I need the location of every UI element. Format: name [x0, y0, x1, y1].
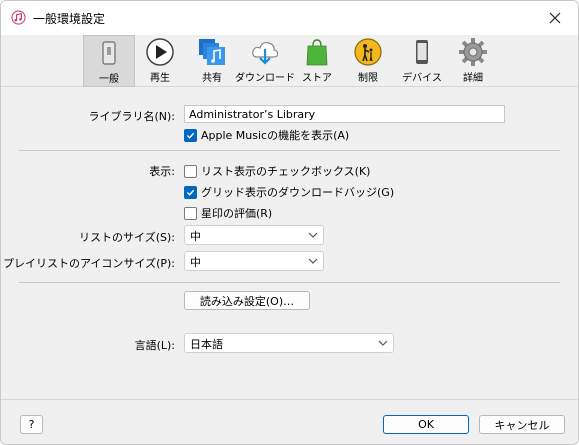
display-label: 表示:: [149, 165, 175, 178]
preferences-toolbar: 一般 再生 共有 ダウンロード ストア 制限 デバイス 詳細: [1, 35, 578, 87]
chevron-down-icon: [378, 340, 388, 346]
itunes-app-icon: [11, 10, 26, 25]
dialog-button-bar: ? OK キャンセル: [1, 399, 578, 444]
ok-button[interactable]: OK: [383, 415, 469, 434]
checkmark-icon: [186, 132, 195, 139]
tab-sharing[interactable]: 共有: [191, 35, 233, 87]
checkbox-box[interactable]: [184, 185, 197, 199]
close-icon: [549, 12, 561, 24]
parental-restriction-icon: [354, 38, 382, 66]
divider: [19, 282, 560, 283]
list-size-value: 中: [190, 230, 201, 243]
store-bag-icon: [306, 39, 328, 66]
general-settings-pane: ライブラリ名(N): Apple Musicの機能を表示(A) 表示: リスト表…: [1, 88, 578, 398]
apple-music-checkbox-label: Apple Musicの機能を表示(A): [201, 129, 350, 142]
tab-store[interactable]: ストア: [299, 35, 335, 87]
window-title: 一般環境設定: [33, 12, 106, 26]
playlist-icon-size-value: 中: [190, 256, 201, 269]
close-button[interactable]: [532, 1, 578, 35]
tab-advanced[interactable]: 詳細: [455, 35, 491, 87]
chevron-down-icon: [308, 258, 318, 264]
star-rating-checkbox[interactable]: 星印の評価(R): [184, 205, 272, 221]
grid-download-badge-label: グリッド表示のダウンロードバッジ(G): [201, 186, 395, 199]
checkbox-box[interactable]: [184, 164, 197, 178]
language-label: 言語(L):: [134, 339, 175, 352]
library-name-label: ライブラリ名(N):: [88, 110, 175, 123]
tab-restrictions[interactable]: 制限: [349, 35, 387, 87]
import-settings-button[interactable]: 読み込み設定(O)…: [184, 291, 310, 310]
checkmark-icon: [186, 189, 195, 196]
preferences-window: 一般環境設定 一般 再生 共有 ダウンロード ストア 制限 デバイス 詳細 ライ…: [0, 0, 579, 445]
checkbox-box[interactable]: [184, 128, 197, 142]
language-value: 日本語: [190, 338, 223, 351]
apple-music-checkbox[interactable]: Apple Musicの機能を表示(A): [184, 127, 349, 143]
grid-download-badge-checkbox[interactable]: グリッド表示のダウンロードバッジ(G): [184, 184, 394, 200]
device-icon: [416, 40, 428, 64]
language-select[interactable]: 日本語: [184, 333, 394, 353]
gear-icon: [459, 38, 487, 66]
tab-devices[interactable]: デバイス: [401, 35, 443, 87]
star-rating-label: 星印の評価(R): [201, 207, 273, 220]
tab-download[interactable]: ダウンロード: [235, 35, 295, 87]
cancel-button[interactable]: キャンセル: [479, 415, 565, 434]
list-size-label: リストのサイズ(S):: [79, 231, 175, 244]
checkbox-box[interactable]: [184, 206, 197, 220]
list-checkbox-option[interactable]: リスト表示のチェックボックス(K): [184, 163, 370, 179]
tab-playback[interactable]: 再生: [139, 35, 181, 87]
divider: [19, 150, 560, 151]
list-size-select[interactable]: 中: [184, 225, 324, 245]
cloud-download-icon: [252, 41, 279, 65]
play-icon: [146, 38, 174, 66]
phone-icon: [102, 41, 116, 65]
help-button[interactable]: ?: [20, 415, 43, 434]
shared-music-icon: [199, 39, 225, 65]
list-checkbox-option-label: リスト表示のチェックボックス(K): [201, 165, 371, 178]
playlist-icon-size-label: プレイリストのアイコンサイズ(P):: [2, 257, 175, 270]
playlist-icon-size-select[interactable]: 中: [184, 251, 324, 271]
title-bar: 一般環境設定: [1, 1, 578, 35]
tab-general[interactable]: 一般: [83, 35, 135, 87]
chevron-down-icon: [308, 232, 318, 238]
library-name-field[interactable]: [184, 105, 505, 123]
